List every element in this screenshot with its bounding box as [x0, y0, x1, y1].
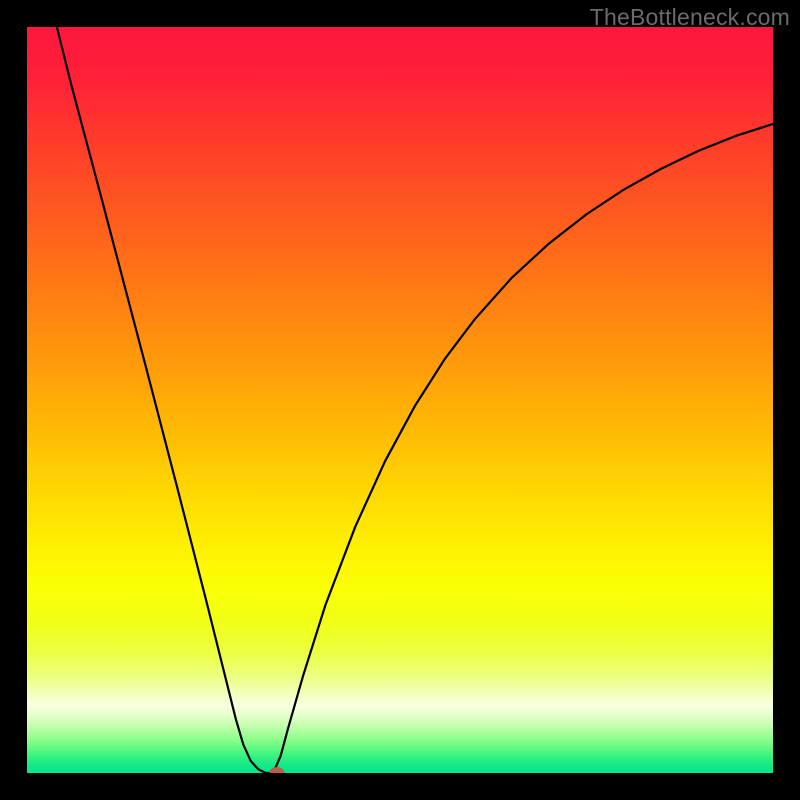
chart-plot-area	[27, 27, 773, 773]
chart-svg	[27, 27, 773, 773]
chart-background-gradient	[27, 27, 773, 773]
watermark-text: TheBottleneck.com	[590, 4, 790, 31]
